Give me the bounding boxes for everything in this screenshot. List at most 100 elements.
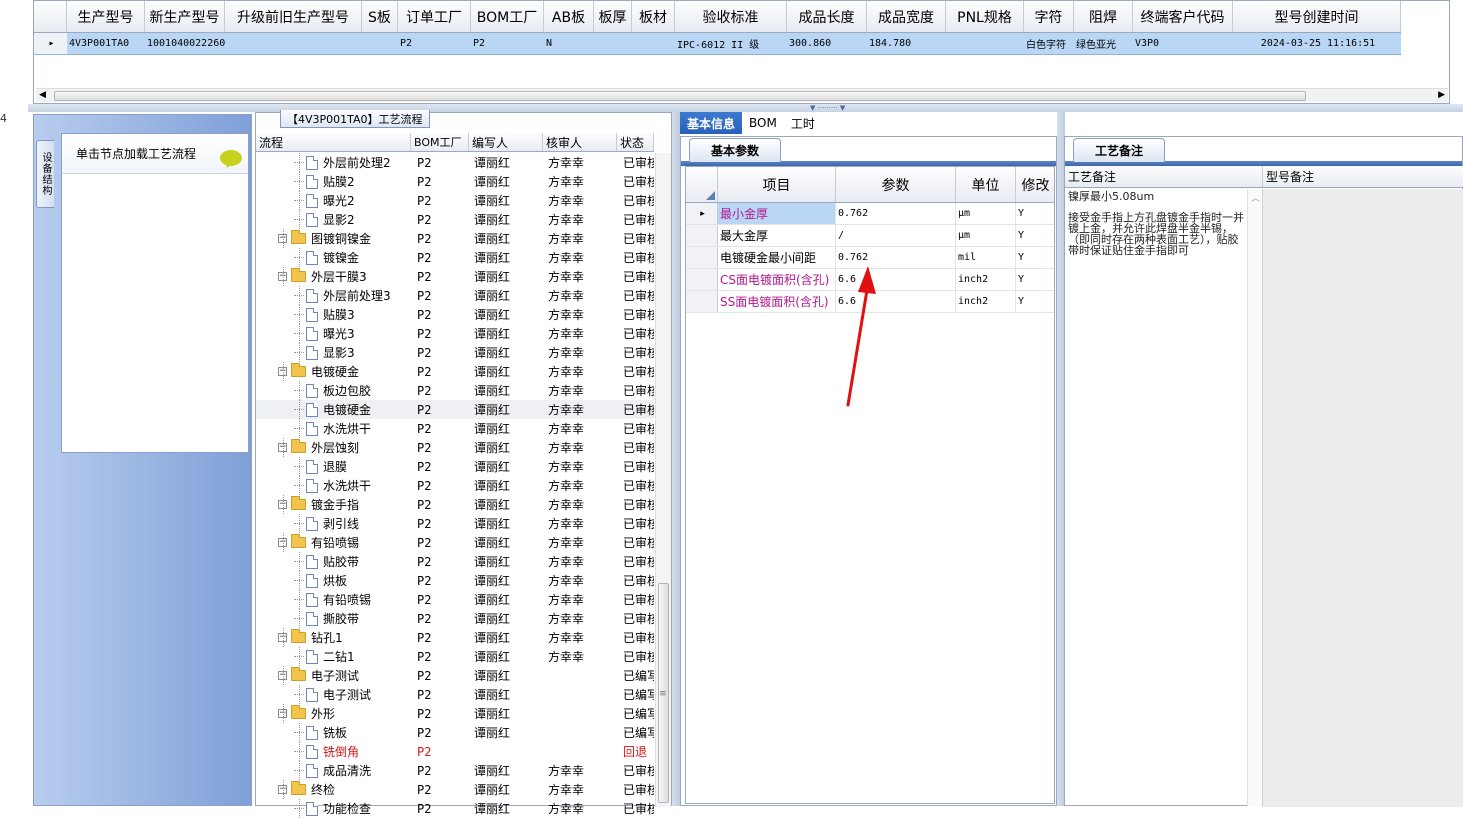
col-status[interactable]: 状态 xyxy=(617,133,654,151)
tree-row[interactable]: − 电镀硬金 P2 谭丽红 方幸幸 已审核 xyxy=(256,362,654,381)
tree-row[interactable]: 电镀硬金 P2 谭丽红 方幸幸 已审核 xyxy=(256,400,654,419)
tree-node[interactable]: − 图镀铜镍金 xyxy=(256,229,411,248)
tree-row[interactable]: 退膜 P2 谭丽红 方幸幸 已审核 xyxy=(256,457,654,476)
param-cell-param[interactable]: / xyxy=(836,225,956,246)
tree-node[interactable]: 贴膜2 xyxy=(256,172,411,191)
tree-row[interactable]: − 外层干膜3 P2 谭丽红 方幸幸 已审核 xyxy=(256,267,654,286)
hscroll-thumb[interactable] xyxy=(54,91,1306,101)
tree-row[interactable]: 撕胶带 P2 谭丽红 方幸幸 已审核 xyxy=(256,609,654,628)
tree-node[interactable]: 二钻1 xyxy=(256,647,411,666)
top-col-16[interactable]: 终端客户代码 xyxy=(1133,1,1233,32)
top-col-7[interactable]: AB板 xyxy=(544,1,594,32)
tree-row[interactable]: 外层前处理2 P2 谭丽红 方幸幸 已审核 xyxy=(256,153,654,172)
nav-hint-row[interactable]: 单击节点加载工艺流程 xyxy=(62,134,248,174)
tree-node[interactable]: − 外层蚀刻 xyxy=(256,438,411,457)
tree-row[interactable]: 铣倒角 P2 回退 xyxy=(256,742,654,761)
col-modify[interactable]: 修改 xyxy=(1016,167,1054,202)
tree-row[interactable]: 显影2 P2 谭丽红 方幸幸 已审核 xyxy=(256,210,654,229)
tree-node[interactable]: 有铅喷锡 xyxy=(256,590,411,609)
col-model-note[interactable]: 型号备注 xyxy=(1263,166,1463,187)
process-note-text[interactable]: 镍厚最小5.08um 接受金手指上方孔盘镀金手指时一并镀上金，并允许此焊盘半金半… xyxy=(1065,189,1247,807)
tree-node[interactable]: 外层前处理2 xyxy=(256,153,411,172)
tree-row[interactable]: − 图镀铜镍金 P2 谭丽红 方幸幸 已审核 xyxy=(256,229,654,248)
param-cell-param[interactable]: 0.762 xyxy=(836,203,956,224)
tree-row[interactable]: 二钻1 P2 谭丽红 方幸幸 已审核 xyxy=(256,647,654,666)
col-item[interactable]: 项目 xyxy=(718,167,836,202)
tree-node[interactable]: 功能检查 xyxy=(256,799,411,818)
tree-row[interactable]: 有铅喷锡 P2 谭丽红 方幸幸 已审核 xyxy=(256,590,654,609)
tree-node[interactable]: − 终检 xyxy=(256,780,411,799)
tree-vscrollbar[interactable]: ≡ xyxy=(655,153,671,807)
col-process-note[interactable]: 工艺备注 xyxy=(1065,166,1263,187)
tree-node[interactable]: − 电镀硬金 xyxy=(256,362,411,381)
tree-row[interactable]: − 有铅喷锡 P2 谭丽红 方幸幸 已审核 xyxy=(256,533,654,552)
tab-work-hours[interactable]: 工时 xyxy=(784,112,822,134)
tree-row[interactable]: 板边包胶 P2 谭丽红 方幸幸 已审核 xyxy=(256,381,654,400)
tree-row[interactable]: 镀镍金 P2 谭丽红 方幸幸 已审核 xyxy=(256,248,654,267)
tab-bom[interactable]: BOM xyxy=(742,112,784,134)
tree-row[interactable]: − 电子测试 P2 谭丽红 已编写 xyxy=(256,666,654,685)
tree-node[interactable]: − 镀金手指 xyxy=(256,495,411,514)
tree-row[interactable]: − 镀金手指 P2 谭丽红 方幸幸 已审核 xyxy=(256,495,654,514)
vertical-splitter-1[interactable] xyxy=(672,112,680,806)
col-param[interactable]: 参数 xyxy=(836,167,956,202)
tree-node[interactable]: 水洗烘干 xyxy=(256,419,411,438)
tree-node[interactable]: 显影2 xyxy=(256,210,411,229)
tree-row[interactable]: 贴膜3 P2 谭丽红 方幸幸 已审核 xyxy=(256,305,654,324)
horizontal-splitter[interactable]: ▼ ········· ▼ xyxy=(28,104,1463,112)
tree-node[interactable]: − 外层干膜3 xyxy=(256,267,411,286)
param-row[interactable]: 最大金厚 / μm Y xyxy=(686,225,1054,247)
param-row[interactable]: 电镀硬金最小间距 0.762 mil Y xyxy=(686,247,1054,269)
tree-row[interactable]: 外层前处理3 P2 谭丽红 方幸幸 已审核 xyxy=(256,286,654,305)
col-unit[interactable]: 单位 xyxy=(956,167,1016,202)
tree-node[interactable]: 水洗烘干 xyxy=(256,476,411,495)
tree-row[interactable]: 铣板 P2 谭丽红 已编写 xyxy=(256,723,654,742)
tree-node[interactable]: 铣板 xyxy=(256,723,411,742)
tree-row[interactable]: 剥引线 P2 谭丽红 方幸幸 已审核 xyxy=(256,514,654,533)
tree-node[interactable]: 贴膜3 xyxy=(256,305,411,324)
tree-row[interactable]: 显影3 P2 谭丽红 方幸幸 已审核 xyxy=(256,343,654,362)
top-col-10[interactable]: 验收标准 xyxy=(675,1,787,32)
top-col-11[interactable]: 成品长度 xyxy=(787,1,867,32)
tree-row[interactable]: 贴胶带 P2 谭丽红 方幸幸 已审核 xyxy=(256,552,654,571)
param-row[interactable]: SS面电镀面积(含孔) 6.6 inch2 Y xyxy=(686,291,1054,313)
param-cell-param[interactable]: 6.6 xyxy=(836,269,956,290)
top-col-14[interactable]: 字符 xyxy=(1024,1,1074,32)
tree-row[interactable]: 水洗烘干 P2 谭丽红 方幸幸 已审核 xyxy=(256,419,654,438)
tree-node[interactable]: 镀镍金 xyxy=(256,248,411,267)
model-grid-row-selected[interactable]: ▸ 4V3P001TA0 10010400222609 P2 P2 N IPC-6012 I… xyxy=(34,33,1401,55)
tree-node[interactable]: 成品清洗 xyxy=(256,761,411,780)
tree-node[interactable]: − 有铅喷锡 xyxy=(256,533,411,552)
tree-node[interactable]: 铣倒角 xyxy=(256,742,411,761)
tree-row[interactable]: − 外形 P2 谭丽红 已编写 xyxy=(256,704,654,723)
top-col-5[interactable]: 订单工厂 xyxy=(398,1,471,32)
scroll-right-icon[interactable]: ▶ xyxy=(1438,90,1445,100)
tree-node[interactable]: 剥引线 xyxy=(256,514,411,533)
tree-row[interactable]: − 终检 P2 谭丽红 方幸幸 已审核 xyxy=(256,780,654,799)
scroll-left-icon[interactable]: ◀ xyxy=(39,90,46,100)
tree-row[interactable]: 烘板 P2 谭丽红 方幸幸 已审核 xyxy=(256,571,654,590)
top-col-15[interactable]: 阻焊 xyxy=(1074,1,1133,32)
param-cell-param[interactable]: 0.762 xyxy=(836,247,956,268)
tree-node[interactable]: 板边包胶 xyxy=(256,381,411,400)
vertical-tab-equipment-structure[interactable]: 设备结构 xyxy=(36,140,54,208)
top-col-8[interactable]: 板厚 xyxy=(594,1,632,32)
param-cell-param[interactable]: 6.6 xyxy=(836,291,956,312)
top-col-17[interactable]: 型号创建时间 xyxy=(1233,1,1401,32)
tree-row[interactable]: 曝光2 P2 谭丽红 方幸幸 已审核 xyxy=(256,191,654,210)
group-tab-basic-params[interactable]: 基本参数 xyxy=(689,138,781,162)
tree-row[interactable]: 水洗烘干 P2 谭丽红 方幸幸 已审核 xyxy=(256,476,654,495)
tree-node[interactable]: 贴胶带 xyxy=(256,552,411,571)
tree-node[interactable]: 退膜 xyxy=(256,457,411,476)
col-flow[interactable]: 流程 xyxy=(256,133,411,151)
top-col-13[interactable]: PNL规格 xyxy=(946,1,1024,32)
tree-row[interactable]: − 钻孔1 P2 谭丽红 方幸幸 已审核 xyxy=(256,628,654,647)
top-col-0[interactable] xyxy=(34,1,67,32)
top-col-9[interactable]: 板材 xyxy=(632,1,675,32)
tree-node[interactable]: − 电子测试 xyxy=(256,666,411,685)
group-tab-process-notes[interactable]: 工艺备注 xyxy=(1073,138,1165,162)
param-row[interactable]: ▸ 最小金厚 0.762 μm Y xyxy=(686,203,1054,225)
top-col-1[interactable]: 生产型号 xyxy=(67,1,145,32)
tree-row[interactable]: 功能检查 P2 谭丽红 方幸幸 已审核 xyxy=(256,799,654,818)
tab-basic-info[interactable]: 基本信息 xyxy=(680,112,743,134)
